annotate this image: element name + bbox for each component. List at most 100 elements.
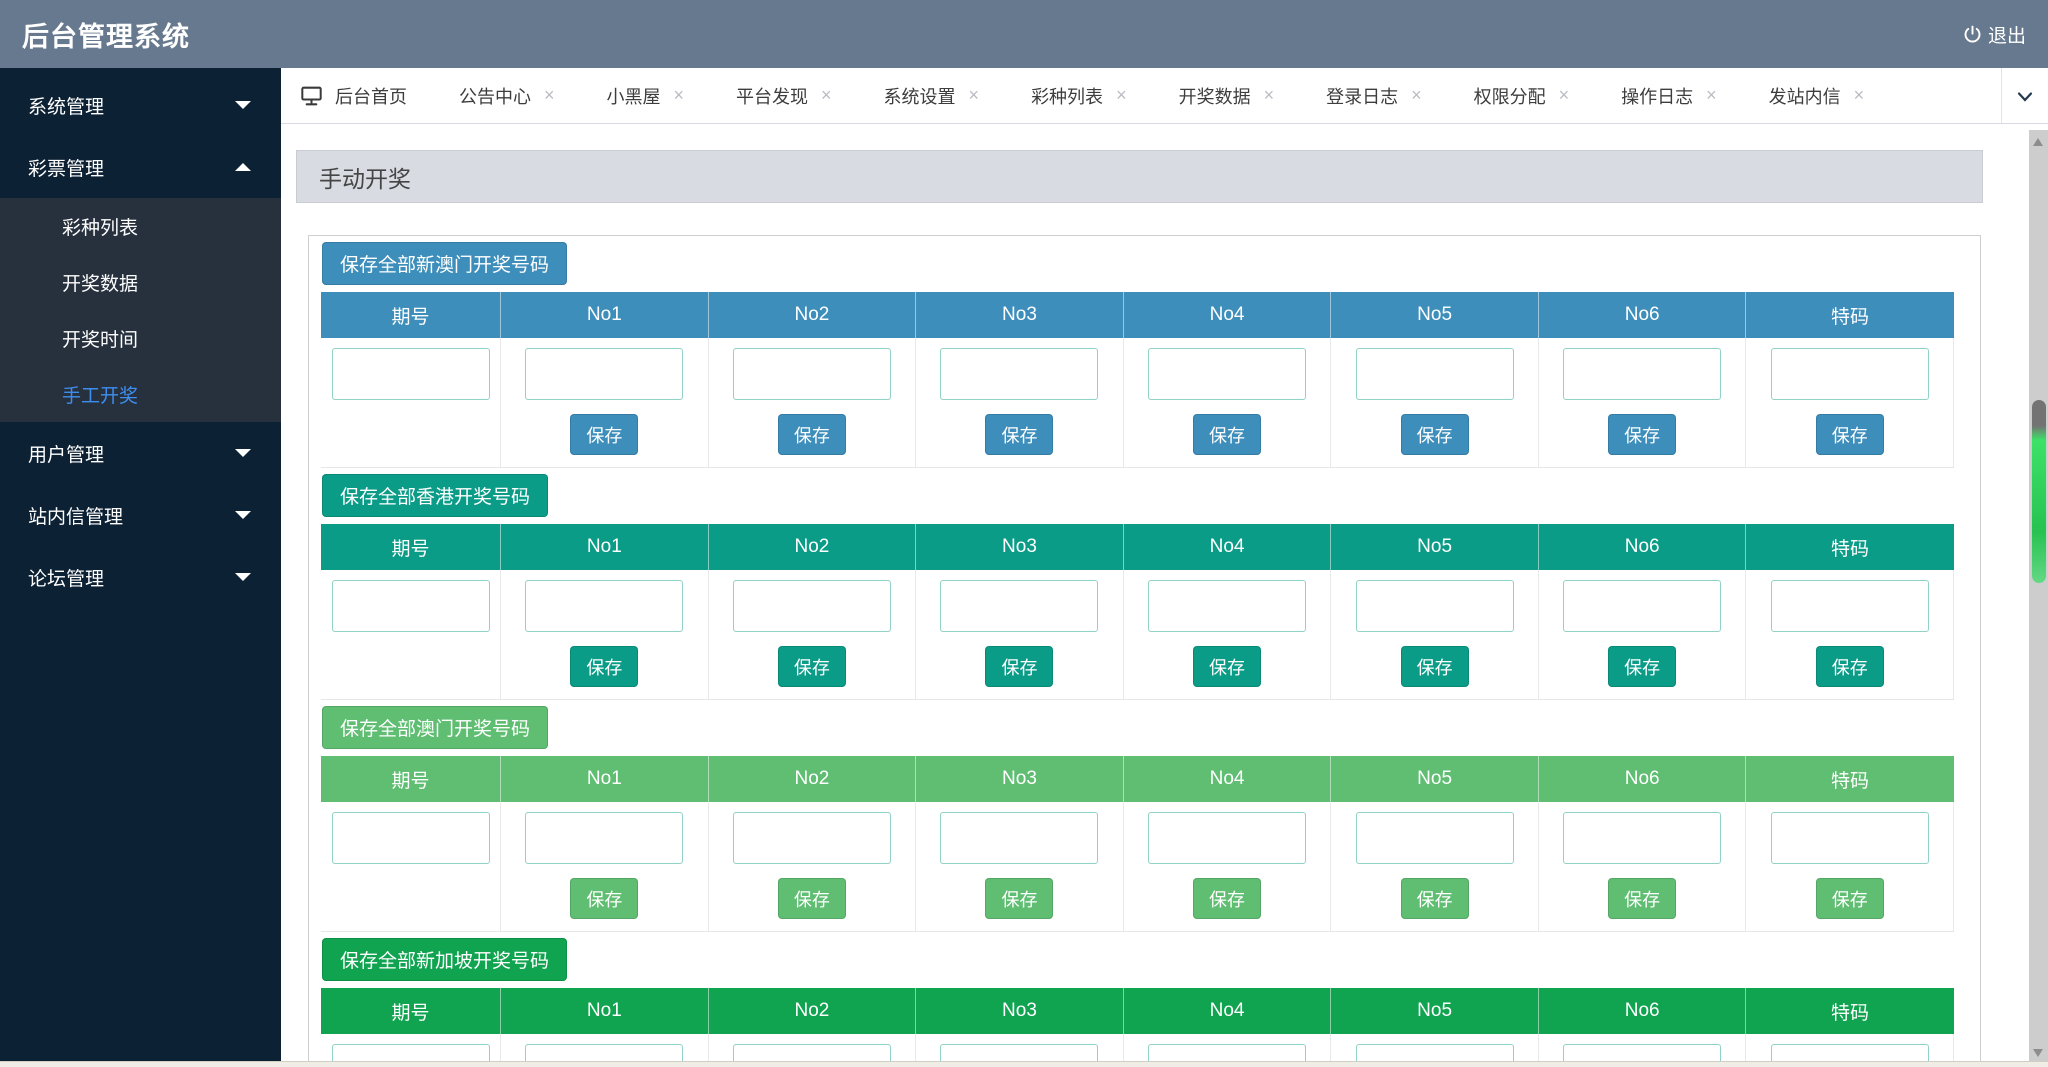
- logout-button[interactable]: 退出: [1962, 21, 2026, 48]
- scrollbar-thumb[interactable]: [2031, 400, 2046, 583]
- draw-table: 期号No1No2No3No4No5No6特码保存 保存 保存 保存 保存 保存 保存: [321, 292, 1954, 468]
- tab-item[interactable]: 登录日志 ×: [1326, 83, 1422, 109]
- tab-item[interactable]: 发站内信 ×: [1769, 83, 1865, 109]
- sidebar-subitem[interactable]: 开奖时间: [0, 310, 281, 366]
- column-header: No3: [915, 292, 1124, 338]
- sidebar-item[interactable]: 用户管理: [0, 422, 281, 484]
- tab-close-icon[interactable]: ×: [1411, 85, 1422, 106]
- save-button[interactable]: 保存: [1193, 646, 1262, 687]
- number-input[interactable]: [1148, 812, 1307, 864]
- tab-overflow-button[interactable]: [2001, 68, 2048, 123]
- tab-item[interactable]: 平台发现 ×: [736, 83, 832, 109]
- save-button[interactable]: 保存: [570, 646, 639, 687]
- number-input[interactable]: [1148, 348, 1307, 400]
- save-button[interactable]: 保存: [985, 878, 1054, 919]
- number-input[interactable]: [1770, 812, 1929, 864]
- sidebar-subitem[interactable]: 彩种列表: [0, 198, 281, 254]
- scroll-down-arrow-icon[interactable]: [2033, 1049, 2043, 1057]
- save-button[interactable]: 保存: [570, 414, 639, 455]
- issue-input[interactable]: [331, 580, 490, 632]
- issue-input[interactable]: [331, 348, 490, 400]
- sidebar-subitem[interactable]: 手工开奖: [0, 366, 281, 422]
- issue-input[interactable]: [331, 812, 490, 864]
- sidebar-item[interactable]: 系统管理: [0, 74, 281, 136]
- vertical-scrollbar[interactable]: [2029, 130, 2048, 1061]
- tab-item[interactable]: 开奖数据 ×: [1179, 83, 1275, 109]
- sidebar-subitem[interactable]: 开奖数据: [0, 254, 281, 310]
- save-button[interactable]: 保存: [985, 414, 1054, 455]
- tab-close-icon[interactable]: ×: [1854, 85, 1865, 106]
- tab-item[interactable]: 后台首页: [301, 83, 407, 109]
- input-cell: [708, 338, 917, 402]
- table-header-row: 期号 No1 No2 No3 No4 No5 No6 特码: [321, 988, 1954, 1034]
- input-row: [321, 802, 1954, 866]
- tab-close-icon[interactable]: ×: [1559, 85, 1570, 106]
- number-input[interactable]: [1770, 348, 1929, 400]
- number-input[interactable]: [1355, 580, 1514, 632]
- tab-close-icon[interactable]: ×: [969, 85, 980, 106]
- save-button[interactable]: 保存: [1400, 414, 1469, 455]
- number-input[interactable]: [1770, 580, 1929, 632]
- tab-item[interactable]: 权限分配 ×: [1474, 83, 1570, 109]
- column-header: No4: [1123, 756, 1332, 802]
- input-cell: [321, 338, 502, 402]
- number-input[interactable]: [1563, 580, 1722, 632]
- save-button[interactable]: 保存: [1193, 878, 1262, 919]
- number-input[interactable]: [1355, 812, 1514, 864]
- column-header: No3: [915, 988, 1124, 1034]
- number-input[interactable]: [940, 812, 1099, 864]
- save-button[interactable]: 保存: [1400, 646, 1469, 687]
- tab-close-icon[interactable]: ×: [821, 85, 832, 106]
- save-all-button[interactable]: 保存全部香港开奖号码: [322, 474, 549, 517]
- horizontal-scrollbar-track[interactable]: [0, 1061, 2048, 1067]
- save-button[interactable]: 保存: [985, 646, 1054, 687]
- save-button[interactable]: 保存: [1815, 646, 1884, 687]
- number-input[interactable]: [1563, 812, 1722, 864]
- tab-close-icon[interactable]: ×: [1116, 85, 1127, 106]
- save-button[interactable]: 保存: [1815, 878, 1884, 919]
- tab-close-icon[interactable]: ×: [1706, 85, 1717, 106]
- tab-item[interactable]: 小黑屋 ×: [607, 83, 685, 109]
- save-button[interactable]: 保存: [1193, 414, 1262, 455]
- scroll-up-arrow-icon[interactable]: [2033, 138, 2043, 146]
- save-all-button[interactable]: 保存全部新澳门开奖号码: [322, 242, 568, 285]
- save-button[interactable]: 保存: [777, 646, 846, 687]
- number-input[interactable]: [525, 812, 684, 864]
- number-input[interactable]: [1148, 580, 1307, 632]
- tab-close-icon[interactable]: ×: [544, 85, 555, 106]
- number-input[interactable]: [940, 348, 1099, 400]
- save-button[interactable]: 保存: [1608, 414, 1677, 455]
- number-input[interactable]: [732, 348, 891, 400]
- save-all-button[interactable]: 保存全部新加坡开奖号码: [322, 938, 568, 981]
- sidebar-item[interactable]: 彩票管理: [0, 136, 281, 198]
- save-button[interactable]: 保存: [1815, 414, 1884, 455]
- number-input[interactable]: [940, 580, 1099, 632]
- save-all-button[interactable]: 保存全部澳门开奖号码: [322, 706, 549, 749]
- table-header-row: 期号 No1 No2 No3 No4 No5 No6 特码: [321, 524, 1954, 570]
- save-button[interactable]: 保存: [570, 878, 639, 919]
- tab-item[interactable]: 系统设置 ×: [884, 83, 980, 109]
- tab-item[interactable]: 操作日志 ×: [1621, 83, 1717, 109]
- save-button[interactable]: 保存: [1400, 878, 1469, 919]
- save-cell: 保存: [1745, 634, 1954, 700]
- number-input[interactable]: [732, 812, 891, 864]
- input-cell: [1538, 570, 1747, 634]
- tab-close-icon[interactable]: ×: [674, 85, 685, 106]
- sidebar-item[interactable]: 论坛管理: [0, 546, 281, 608]
- save-button[interactable]: 保存: [777, 414, 846, 455]
- tab-item[interactable]: 彩种列表 ×: [1031, 83, 1127, 109]
- sidebar-item[interactable]: 站内信管理: [0, 484, 281, 546]
- save-button[interactable]: 保存: [1608, 646, 1677, 687]
- save-button[interactable]: 保存: [777, 878, 846, 919]
- number-input[interactable]: [1355, 348, 1514, 400]
- save-button[interactable]: 保存: [1608, 878, 1677, 919]
- number-input[interactable]: [525, 348, 684, 400]
- desktop-icon: [301, 86, 322, 106]
- input-cell: [708, 802, 917, 866]
- number-input[interactable]: [1563, 348, 1722, 400]
- column-header: No2: [708, 292, 917, 338]
- tab-close-icon[interactable]: ×: [1264, 85, 1275, 106]
- tab-item[interactable]: 公告中心 ×: [459, 83, 555, 109]
- number-input[interactable]: [525, 580, 684, 632]
- number-input[interactable]: [732, 580, 891, 632]
